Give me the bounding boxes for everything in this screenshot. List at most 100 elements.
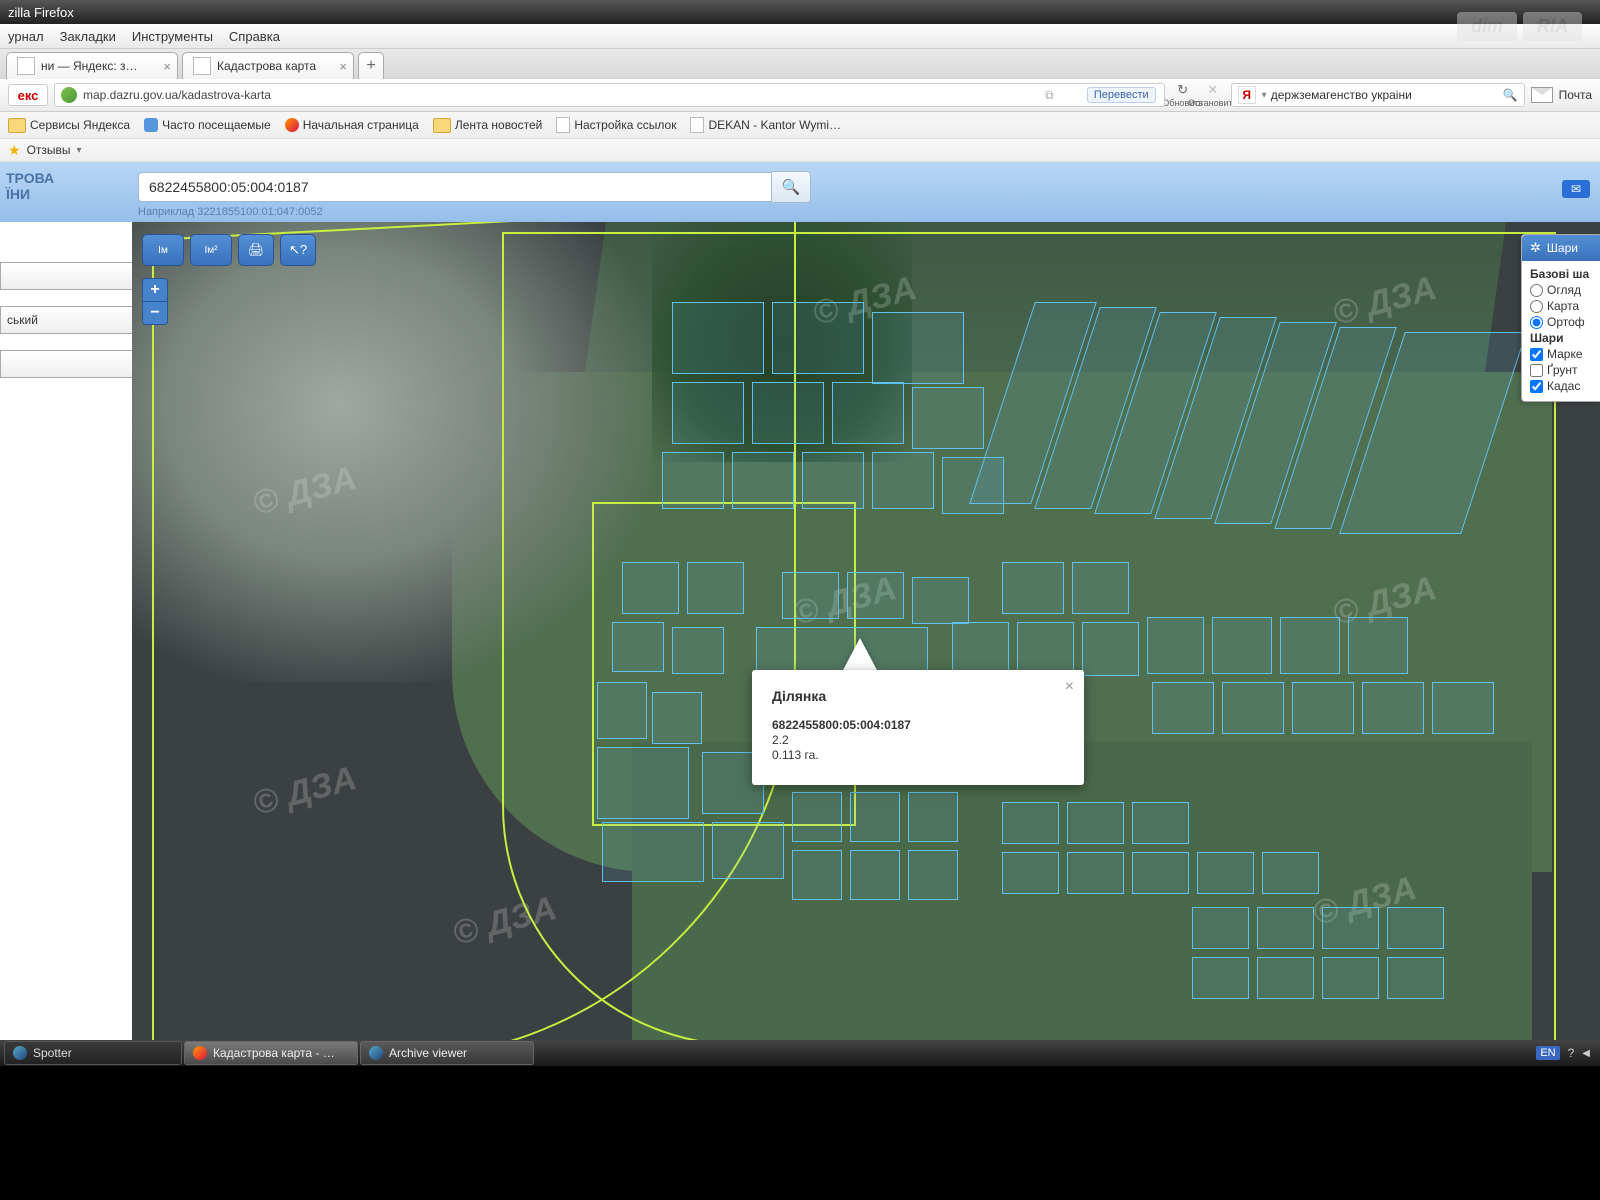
menu-bookmarks[interactable]: Закладки (60, 29, 116, 44)
menu-history[interactable]: урнал (8, 29, 44, 44)
envelope-icon: ✉ (1571, 182, 1581, 196)
bookmark-startpage[interactable]: Начальная страница (285, 118, 419, 132)
base-layers-title: Базові ша (1530, 267, 1589, 281)
stop-button[interactable]: ✕ Остановить (1201, 83, 1225, 107)
document-icon (690, 117, 704, 133)
star-icon: ★ (8, 142, 21, 159)
folder-icon (8, 118, 26, 133)
tab-label: Кадастрова карта (217, 59, 316, 73)
bookmark-news[interactable]: Лента новостей (433, 118, 543, 133)
layers-title: Шари (1530, 331, 1563, 345)
system-tray: EN ? ◀ (1536, 1046, 1596, 1060)
link-icon[interactable]: ⧉ (1045, 88, 1054, 103)
url-bar: екс map.dazru.gov.ua/kadastrova-karta ⧉ … (0, 79, 1600, 112)
message-indicator[interactable]: ✉ (1562, 180, 1590, 198)
bookmark-frequent[interactable]: Часто посещаемые (144, 118, 271, 132)
search-icon[interactable]: 🔍 (1503, 88, 1518, 102)
reviews-label[interactable]: Отзывы (27, 143, 71, 157)
base-layer-map[interactable] (1530, 300, 1543, 313)
layer-soil[interactable] (1530, 364, 1543, 377)
taskbar-item-firefox[interactable]: Кадастрова карта - … (184, 1041, 358, 1065)
menu-tools[interactable]: Инструменты (132, 29, 213, 44)
overlay-watermark: dim RIA (1457, 12, 1582, 41)
mail-label[interactable]: Почта (1559, 88, 1592, 102)
page-content: ТРОВА ЇНИ 🔍 Наприклад 3221855100:01:047:… (0, 162, 1600, 1060)
yandex-prefix-icon[interactable]: екс (8, 84, 48, 106)
window-title-bar: zilla Firefox (0, 0, 1600, 24)
layers-panel: ✲ Шари Базові ша Огляд Карта Ортоф Шари … (1521, 234, 1600, 402)
app-icon (369, 1046, 383, 1060)
yandex-icon: Я (1238, 86, 1256, 104)
popup-area: 0.113 га. (772, 748, 1064, 762)
print-button[interactable]: 🖨 (238, 234, 274, 266)
mail-icon[interactable] (1531, 87, 1553, 103)
window-title: zilla Firefox (8, 5, 74, 20)
menu-help[interactable]: Справка (229, 29, 280, 44)
zoom-in-button[interactable]: + (142, 278, 168, 302)
chevron-down-icon[interactable]: ▾ (1262, 90, 1267, 101)
document-icon (556, 117, 570, 133)
refresh-icon: ↻ (1177, 82, 1188, 98)
language-indicator[interactable]: EN (1536, 1046, 1559, 1060)
app-icon (13, 1046, 27, 1060)
reviews-bar: ★ Отзывы ▾ (0, 139, 1600, 162)
help-pointer-button[interactable]: ↖? (280, 234, 316, 266)
browser-tab-inactive[interactable]: ни — Яндекс: з… × (6, 52, 178, 79)
app-logo: ТРОВА ЇНИ (6, 170, 54, 202)
cadastral-search-button[interactable]: 🔍 (772, 171, 811, 203)
firefox-icon (193, 1046, 207, 1060)
measure-line-button[interactable]: Iм (142, 234, 184, 266)
browser-tab-active[interactable]: Кадастрова карта × (182, 52, 354, 79)
bookmark-services[interactable]: Сервисы Яндекса (8, 118, 130, 133)
measure-area-button[interactable]: Iм² (190, 234, 232, 266)
zoom-out-button[interactable]: − (142, 302, 168, 325)
popup-arrow (842, 638, 878, 672)
url-field[interactable]: map.dazru.gov.ua/kadastrova-karta ⧉ ☆ Пе… (54, 83, 1165, 107)
translate-button[interactable]: Перевести (1087, 87, 1156, 103)
popup-parcel-id: 6822455800:05:004:0187 (772, 718, 1064, 732)
page-icon (17, 57, 35, 75)
search-value: держземагенство украіни (1271, 88, 1412, 102)
close-icon[interactable]: × (339, 59, 347, 74)
page-icon (193, 57, 211, 75)
search-example: Наприклад 3221855100:01:047:0052 (138, 206, 1586, 218)
sidebar-select-3[interactable] (0, 350, 146, 378)
taskbar-item-spotter[interactable]: Spotter (4, 1041, 182, 1065)
popup-title: Ділянка (772, 688, 1064, 704)
popup-close-button[interactable]: × (1065, 678, 1074, 696)
base-layer-overview[interactable] (1530, 284, 1543, 297)
zoom-control: + − (142, 278, 168, 325)
tab-label: ни — Яндекс: з… (41, 59, 138, 73)
os-taskbar: Spotter Кадастрова карта - … Archive vie… (0, 1040, 1600, 1066)
shield-icon (144, 118, 158, 132)
close-icon[interactable]: × (163, 59, 171, 74)
parcel-popup: × Ділянка 6822455800:05:004:0187 2.2 0.1… (752, 670, 1084, 785)
folder-icon (433, 118, 451, 133)
browser-search-box[interactable]: Я ▾ держземагенство украіни 🔍 (1231, 83, 1525, 107)
new-tab-button[interactable]: + (358, 52, 384, 79)
bookmarks-bar: Сервисы Яндекса Часто посещаемые Начальн… (0, 112, 1600, 139)
sidebar-select-1[interactable] (0, 262, 146, 290)
chevron-down-icon[interactable]: ▾ (77, 145, 82, 156)
layer-markers[interactable] (1530, 348, 1543, 361)
gear-icon: ✲ (1530, 240, 1541, 256)
search-icon: 🔍 (782, 178, 801, 196)
map-toolbar: Iм Iм² 🖨 ↖? (142, 234, 316, 266)
layer-cadastral[interactable] (1530, 380, 1543, 393)
help-icon[interactable]: ? (1568, 1046, 1575, 1060)
map-viewport[interactable]: © ДЗА © ДЗА © ДЗА © ДЗА © ДЗА © ДЗА © ДЗ… (132, 222, 1600, 1060)
site-identity-icon (61, 87, 77, 103)
cursor-help-icon: ↖? (289, 242, 307, 258)
cadastral-search-input[interactable] (138, 172, 772, 202)
popup-category: 2.2 (772, 733, 1064, 747)
tray-expand-icon[interactable]: ◀ (1582, 1048, 1590, 1059)
firefox-icon (285, 118, 299, 132)
taskbar-item-archive[interactable]: Archive viewer (360, 1041, 534, 1065)
stop-icon: ✕ (1207, 82, 1218, 98)
bookmark-links[interactable]: Настройка ссылок (556, 117, 676, 133)
tab-bar: ни — Яндекс: з… × Кадастрова карта × + (0, 49, 1600, 79)
layers-panel-header[interactable]: ✲ Шари (1522, 235, 1600, 261)
bookmark-dekan[interactable]: DEKAN - Kantor Wymi… (690, 117, 841, 133)
base-layer-ortho[interactable] (1530, 316, 1543, 329)
sidebar-select-2[interactable]: ський (0, 306, 146, 334)
